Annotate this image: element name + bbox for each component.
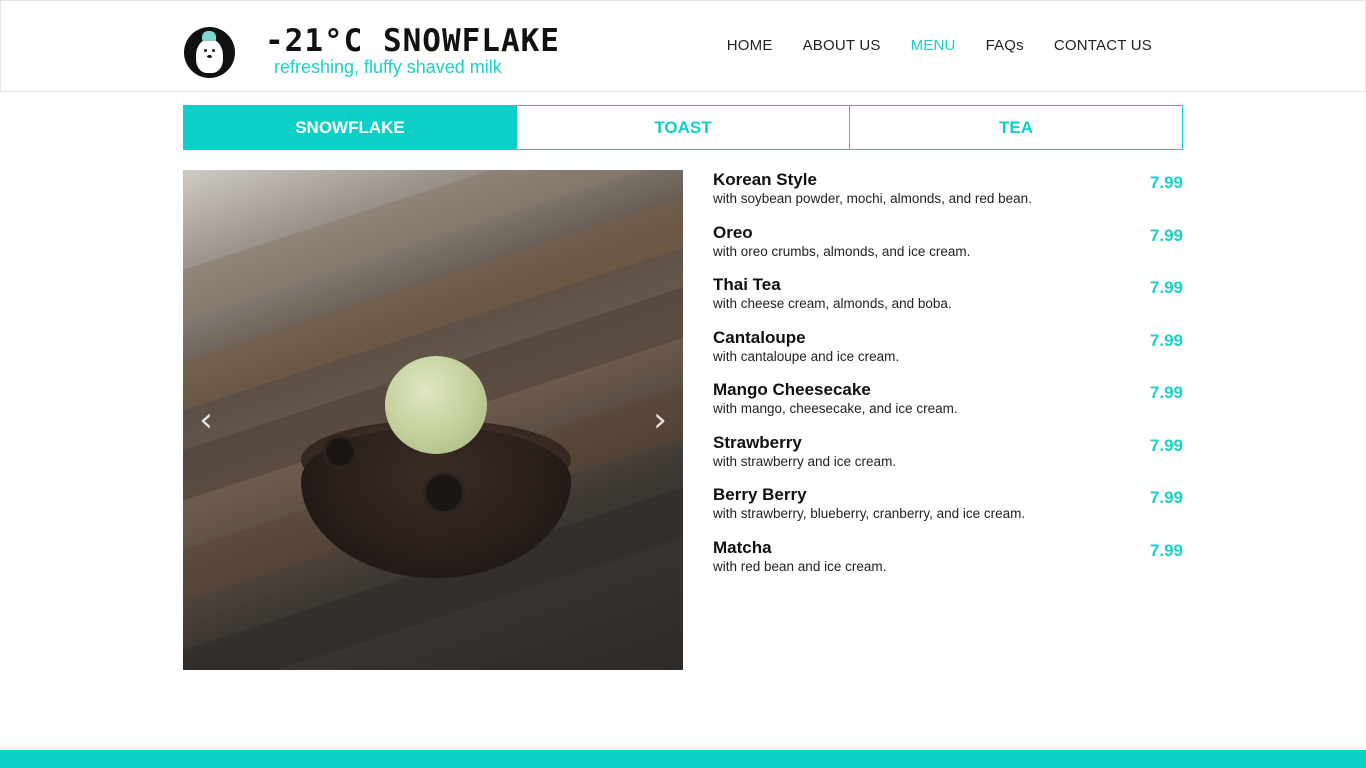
bear-eye-right (212, 49, 215, 52)
menu-list: Korean Style with soybean powder, mochi, … (713, 170, 1183, 590)
menu-item-description: with mango, cheesecake, and ice cream. (713, 401, 958, 416)
menu-item-description: with soybean powder, mochi, almonds, and… (713, 191, 1032, 206)
chevron-left-icon[interactable]: ‹ (193, 403, 219, 437)
menu-item-name: Berry Berry (713, 485, 807, 504)
nav-home[interactable]: HOME (727, 37, 773, 54)
tab-snowflake[interactable]: SNOWFLAKE (183, 105, 517, 150)
nav-menu[interactable]: MENU (911, 37, 956, 54)
menu-item: Cantaloupe with cantaloupe and ice cream.… (713, 328, 1183, 381)
menu-item-description: with red bean and ice cream. (713, 558, 887, 574)
menu-item-description: with oreo crumbs, almonds, and ice cream… (713, 243, 971, 259)
menu-item-description: with cantaloupe and ice cream. (713, 348, 900, 364)
polar-bear-logo-icon[interactable] (184, 27, 235, 78)
menu-item-name: Korean Style (713, 170, 817, 189)
bear-eye-left (204, 49, 207, 52)
menu-item: Oreo with oreo crumbs, almonds, and ice c… (713, 223, 1183, 276)
menu-item: Korean Style with soybean powder, mochi, … (713, 170, 1183, 223)
menu-item-price: 7.99 (1149, 173, 1183, 192)
menu-item-name: Cantaloupe (713, 327, 806, 347)
oreo-cookie (423, 472, 465, 514)
menu-item-description: with strawberry, blueberry, cranberry, a… (713, 506, 1026, 521)
menu-item-name: Strawberry (713, 432, 802, 452)
menu-item-price: 7.99 (1149, 383, 1183, 402)
menu-item-price: 7.99 (1149, 488, 1183, 507)
product-image-carousel[interactable]: ‹ › (183, 170, 683, 670)
menu-item: Berry Berry with strawberry, blueberry, c… (713, 485, 1183, 538)
menu-item-name: Thai Tea (713, 275, 781, 294)
chevron-right-icon[interactable]: › (647, 403, 673, 437)
site-header: -21°C SNOWFLAKE refreshing, fluffy shave… (0, 0, 1366, 92)
menu-item-name: Mango Cheesecake (713, 380, 871, 399)
menu-item-price: 7.99 (1149, 435, 1183, 455)
menu-item-price: 7.99 (1149, 540, 1183, 560)
menu-item-description: with strawberry and ice cream. (713, 453, 897, 469)
nav-about-us[interactable]: ABOUT US (803, 37, 881, 54)
menu-item: Thai Tea with cheese cream, almonds, and … (713, 275, 1183, 328)
brand-title[interactable]: -21°C SNOWFLAKE (265, 23, 560, 59)
main-nav: HOME ABOUT US MENU FAQs CONTACT US (697, 37, 1152, 54)
bear-nose (207, 55, 212, 58)
menu-item: Mango Cheesecake with mango, cheesecake, … (713, 380, 1183, 433)
menu-item: Matcha with red bean and ice cream. 7.99 (713, 538, 1183, 591)
menu-item-name: Oreo (713, 222, 753, 242)
menu-item-description: with cheese cream, almonds, and boba. (713, 296, 952, 311)
oreo-cookie (323, 435, 357, 469)
menu-item-price: 7.99 (1149, 330, 1183, 350)
matcha-ice-cream-scoop (385, 356, 487, 454)
menu-category-tabs: SNOWFLAKE TOAST TEA (183, 105, 1183, 150)
nav-faqs[interactable]: FAQs (986, 37, 1024, 54)
menu-item-price: 7.99 (1149, 278, 1183, 297)
tab-toast[interactable]: TOAST (516, 105, 850, 150)
nav-contact-us[interactable]: CONTACT US (1054, 37, 1152, 54)
tab-tea[interactable]: TEA (849, 105, 1183, 150)
bear-hat (202, 31, 216, 41)
brand-tagline: refreshing, fluffy shaved milk (274, 57, 502, 77)
footer-bar (0, 750, 1366, 768)
menu-item-name: Matcha (713, 537, 772, 557)
menu-item: Strawberry with strawberry and ice cream.… (713, 433, 1183, 486)
menu-item-price: 7.99 (1149, 225, 1183, 245)
